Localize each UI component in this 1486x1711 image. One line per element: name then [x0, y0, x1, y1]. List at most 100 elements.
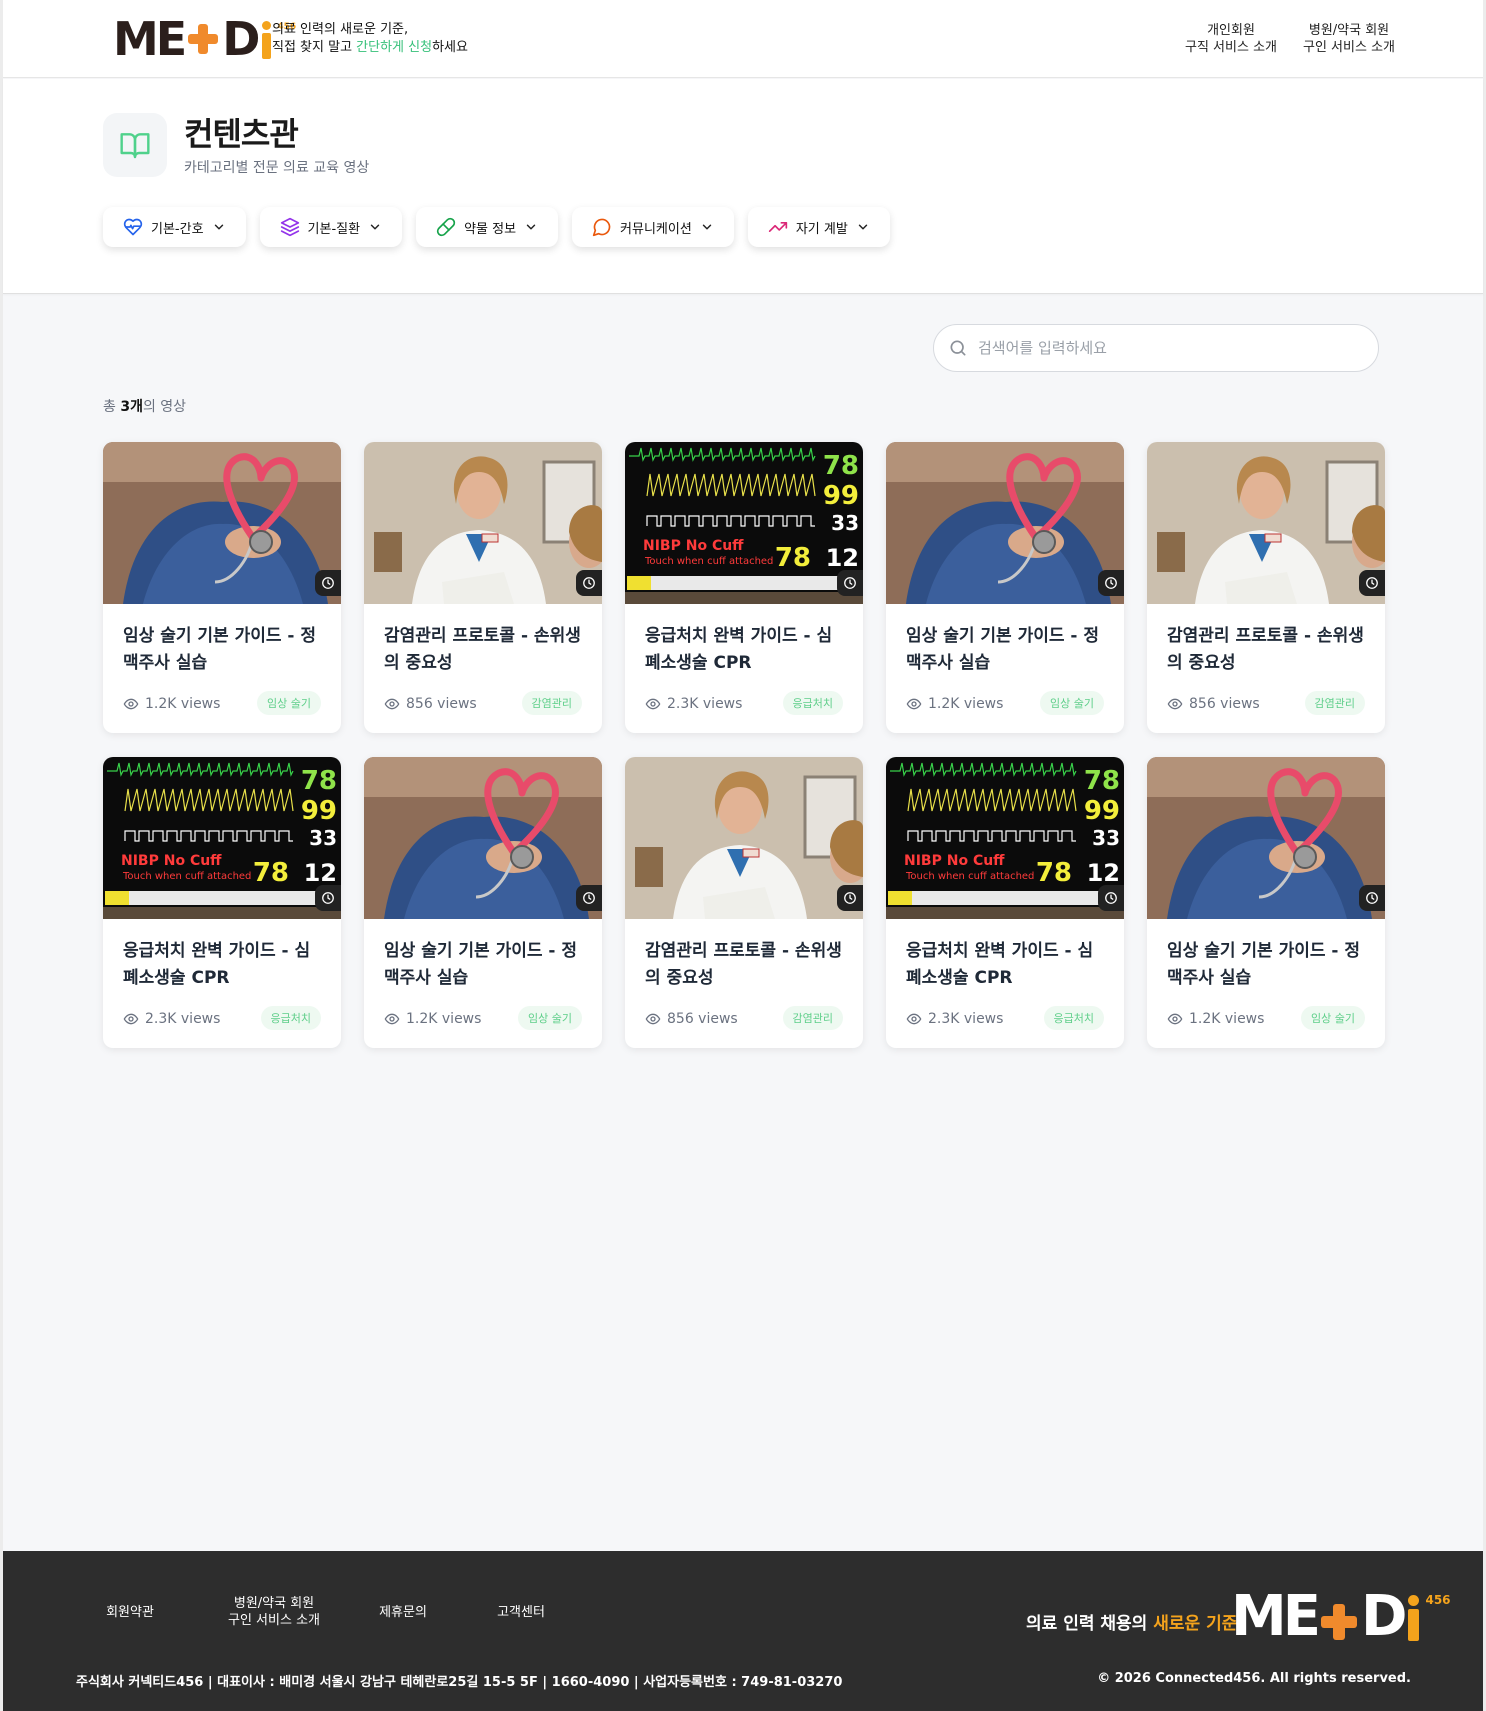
chevron-down-icon [214, 224, 223, 230]
doctor-image [1147, 442, 1385, 604]
search-bar [933, 324, 1379, 372]
video-card[interactable]: 임상 술기 기본 가이드 - 정맥주사 실습 1.2K views 임상 술기 [364, 757, 602, 1048]
category-dropdown-communication[interactable]: 커뮤니케이션 [572, 207, 734, 247]
page-subtitle: 카테고리별 전문 의료 교육 영상 [184, 160, 370, 176]
stethoscope-heart-image [103, 442, 341, 604]
footer-link-terms[interactable]: 회원약관 [99, 1604, 161, 1621]
video-card[interactable]: 78 99 33 NIBP No Cuff Touch when cuff attach… [886, 757, 1124, 1048]
category-tag: 감염관리 [521, 691, 582, 715]
footer-logo: ME D 456 [1231, 1584, 1451, 1649]
duration-badge [1359, 885, 1385, 911]
category-dropdown-self-development[interactable]: 자기 계발 [747, 207, 890, 247]
video-card[interactable]: 감염관리 프로토콜 - 손위생의 중요성 856 views 감염관리 [625, 757, 863, 1048]
clock-icon [583, 892, 595, 904]
category-tag: 응급처치 [782, 691, 843, 715]
duration-badge [837, 885, 863, 911]
copyright: © 2026 Connected456. All rights reserved… [1097, 1671, 1411, 1686]
tagline-line1: 의료 인력의 새로운 기준, [272, 22, 409, 37]
book-open-icon [103, 113, 167, 177]
video-card[interactable]: 임상 술기 기본 가이드 - 정맥주사 실습 1.2K views 임상 술기 [886, 442, 1124, 733]
video-card[interactable]: 임상 술기 기본 가이드 - 정맥주사 실습 1.2K views 임상 술기 [103, 442, 341, 733]
clock-icon [322, 577, 334, 589]
video-thumbnail[interactable]: 78 99 33 NIBP No Cuff Touch when cuff attach… [625, 442, 863, 604]
category-tag: 임상 술기 [1040, 691, 1104, 715]
duration-badge [837, 570, 863, 596]
page-title: 컨텐츠관 [184, 115, 299, 153]
footer-slogan: 의료 인력 채용의 새로운 기준 [1026, 1614, 1238, 1634]
video-card[interactable]: 감염관리 프로토콜 - 손위생의 중요성 856 views 감염관리 [1147, 442, 1385, 733]
video-thumbnail[interactable] [1147, 757, 1385, 919]
video-views: 2.3K views [906, 1011, 1003, 1027]
svg-text:78: 78 [1084, 766, 1120, 796]
logo-plus-icon [1319, 1602, 1359, 1642]
company-info: 주식회사 커넥티드456 | 대표이사 : 배미경 서울시 강남구 테헤란로25… [76, 1675, 843, 1690]
tagline-highlight: 간단하게 신청 [356, 40, 433, 55]
duration-badge [315, 570, 341, 596]
header-tagline: 의료 인력의 새로운 기준, 직접 찾지 말고 간단하게 신청하세요 [272, 21, 468, 57]
svg-text:78: 78 [301, 766, 337, 796]
video-views: 1.2K views [906, 696, 1003, 712]
category-tag: 임상 술기 [257, 691, 321, 715]
chevron-down-icon [526, 224, 536, 230]
svg-text:33: 33 [831, 511, 859, 535]
video-title[interactable]: 응급처치 완벽 가이드 - 심폐소생술 CPR [123, 938, 323, 992]
video-card[interactable]: 임상 술기 기본 가이드 - 정맥주사 실습 1.2K views 임상 술기 [1147, 757, 1385, 1048]
svg-text:78: 78 [823, 451, 859, 481]
video-thumbnail[interactable]: 78 99 33 NIBP No Cuff Touch when cuff attach… [103, 757, 341, 919]
video-views: 856 views [645, 1011, 738, 1027]
clock-icon [844, 892, 856, 904]
svg-text:78: 78 [775, 543, 811, 573]
footer: 회원약관 병원/약국 회원 구인 서비스 소개 제휴문의 고객센터 의료 인력 채… [3, 1551, 1483, 1711]
svg-text:12: 12 [826, 544, 859, 572]
nav-hospital-member[interactable]: 병원/약국 회원 구인 서비스 소개 [1303, 22, 1395, 56]
video-title[interactable]: 임상 술기 기본 가이드 - 정맥주사 실습 [384, 938, 584, 992]
eye-icon [645, 1013, 661, 1025]
hero-section: 컨텐츠관 카테고리별 전문 의료 교육 영상 기본-간호 기본-질환 약물 정보… [3, 79, 1483, 294]
video-title[interactable]: 임상 술기 기본 가이드 - 정맥주사 실습 [1167, 938, 1367, 992]
footer-link-partnership[interactable]: 제휴문의 [373, 1604, 433, 1621]
logo[interactable]: ME D 456 [113, 14, 296, 64]
footer-links: 회원약관 병원/약국 회원 구인 서비스 소개 제휴문의 고객센터 [99, 1595, 551, 1629]
duration-badge [576, 885, 602, 911]
category-dropdown-basic-nursing[interactable]: 기본-간호 [103, 207, 246, 247]
video-thumbnail[interactable] [364, 757, 602, 919]
video-thumbnail[interactable] [364, 442, 602, 604]
video-card[interactable]: 78 99 33 NIBP No Cuff Touch when cuff attach… [625, 442, 863, 733]
clock-icon [1366, 577, 1378, 589]
category-tag: 감염관리 [782, 1006, 843, 1030]
message-circle-icon [592, 218, 611, 237]
video-title[interactable]: 임상 술기 기본 가이드 - 정맥주사 실습 [123, 623, 323, 677]
video-title[interactable]: 응급처치 완벽 가이드 - 심폐소생술 CPR [645, 623, 845, 677]
video-views: 2.3K views [645, 696, 742, 712]
heart-pulse-icon [123, 218, 143, 236]
video-title[interactable]: 임상 술기 기본 가이드 - 정맥주사 실습 [906, 623, 1106, 677]
category-dropdowns: 기본-간호 기본-질환 약물 정보 커뮤니케이션 자기 계발 [103, 207, 890, 247]
svg-text:NIBP No Cuff: NIBP No Cuff [121, 853, 222, 869]
video-thumbnail[interactable] [886, 442, 1124, 604]
nav-personal-member[interactable]: 개인회원 구직 서비스 소개 [1185, 22, 1277, 56]
svg-text:Touch when cuff attached: Touch when cuff attached [905, 871, 1034, 882]
vital-monitor-image: 789933NIBP No CuffTouch when cuff attach… [103, 757, 341, 919]
video-title[interactable]: 감염관리 프로토콜 - 손위생의 중요성 [645, 938, 845, 992]
footer-link-customer-center[interactable]: 고객센터 [491, 1604, 551, 1621]
tagline-post: 하세요 [432, 40, 468, 55]
eye-icon [645, 698, 661, 710]
video-thumbnail[interactable] [103, 442, 341, 604]
video-title[interactable]: 감염관리 프로토콜 - 손위생의 중요성 [1167, 623, 1367, 677]
eye-icon [123, 698, 139, 710]
search-input[interactable] [978, 339, 1338, 357]
video-card[interactable]: 감염관리 프로토콜 - 손위생의 중요성 856 views 감염관리 [364, 442, 602, 733]
video-thumbnail[interactable] [625, 757, 863, 919]
video-title[interactable]: 감염관리 프로토콜 - 손위생의 중요성 [384, 623, 584, 677]
video-card[interactable]: 78 99 33 NIBP No Cuff Touch when cuff attach… [103, 757, 341, 1048]
svg-text:78: 78 [1036, 858, 1072, 888]
category-dropdown-basic-disease[interactable]: 기본-질환 [259, 207, 403, 247]
footer-link-hospital-service[interactable]: 병원/약국 회원 구인 서비스 소개 [219, 1595, 329, 1629]
category-dropdown-drug-info[interactable]: 약물 정보 [416, 207, 559, 247]
svg-text:Touch when cuff attached: Touch when cuff attached [644, 556, 773, 567]
video-title[interactable]: 응급처치 완벽 가이드 - 심폐소생술 CPR [906, 938, 1106, 992]
eye-icon [384, 698, 400, 710]
video-thumbnail[interactable] [1147, 442, 1385, 604]
video-thumbnail[interactable]: 78 99 33 NIBP No Cuff Touch when cuff attach… [886, 757, 1124, 919]
duration-badge [1098, 570, 1124, 596]
